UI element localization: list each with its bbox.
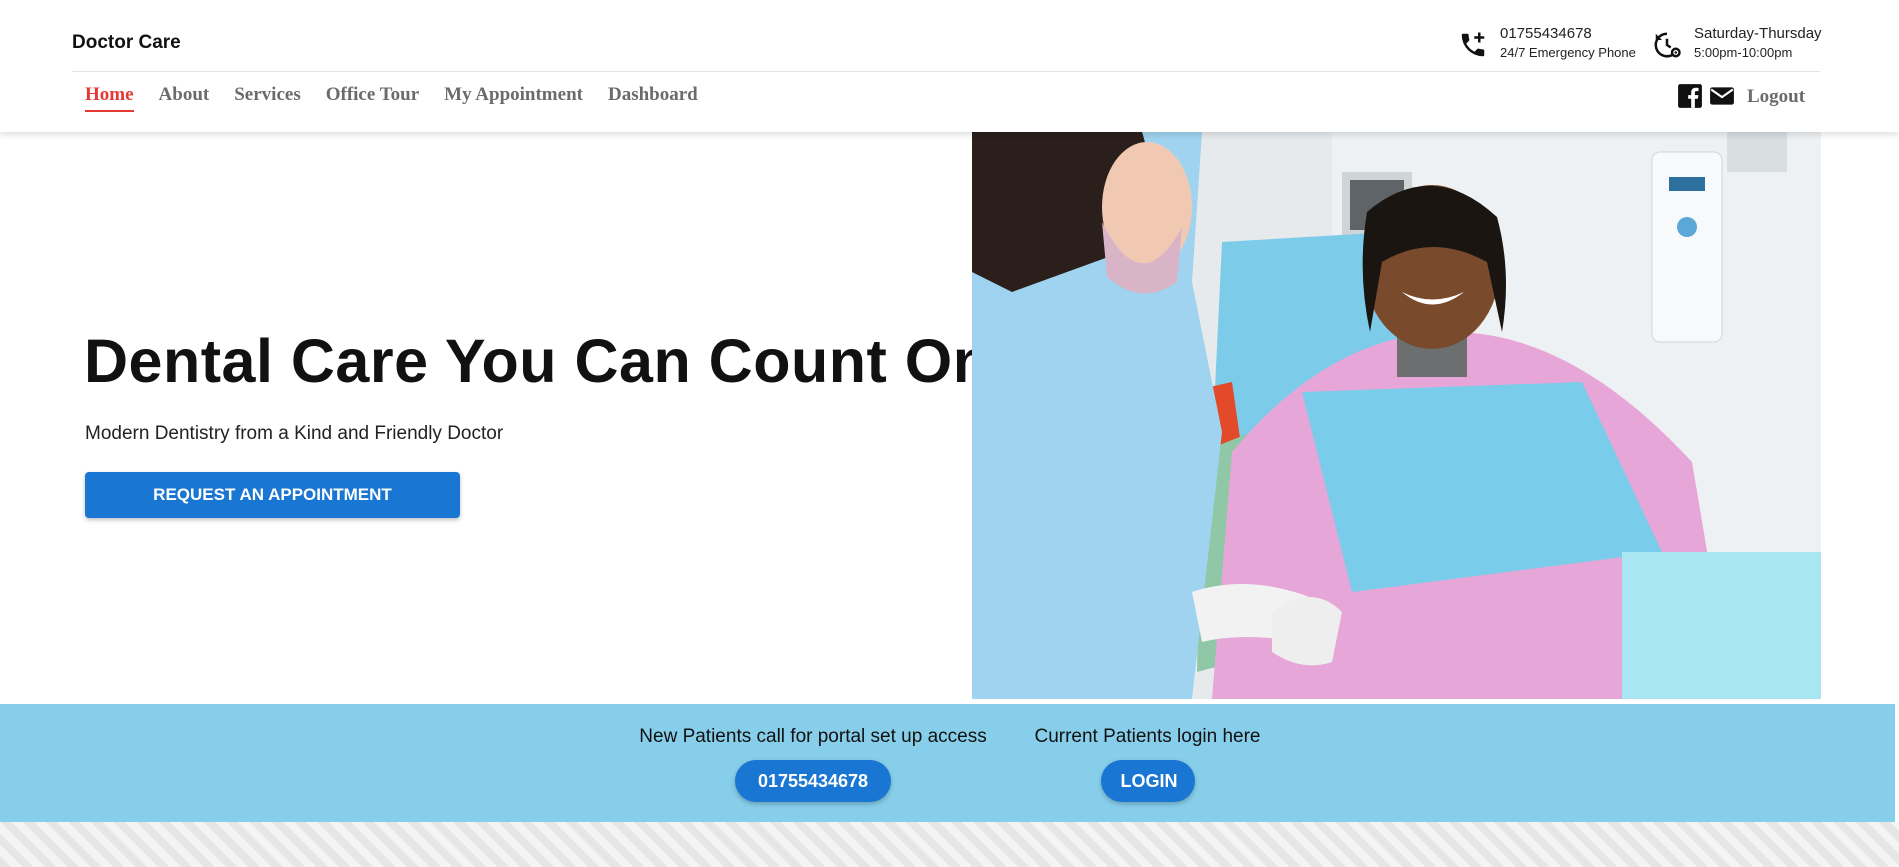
login-button[interactable]: LOGIN (1100, 760, 1195, 802)
hero-title: Dental Care You Can Count On! (84, 327, 1012, 395)
nav-item-services[interactable]: Services (234, 84, 300, 112)
request-appointment-button[interactable]: REQUEST AN APPOINTMENT (85, 472, 460, 518)
nav-item-home[interactable]: Home (85, 84, 134, 112)
hero-subtitle: Modern Dentistry from a Kind and Friendl… (85, 423, 504, 444)
decorative-pattern-strip (0, 822, 1899, 867)
new-patients-block: New Patients call for portal set up acce… (625, 726, 1001, 802)
main-nav: Home About Services Office Tour My Appoi… (85, 84, 723, 112)
office-hours-time: 5:00pm-10:00pm (1694, 45, 1793, 60)
clock-settings-icon (1654, 32, 1681, 58)
emergency-phone-label: 24/7 Emergency Phone (1500, 45, 1636, 60)
facebook-icon[interactable] (1677, 83, 1703, 109)
hero-image-dentist-patient (972, 132, 1821, 699)
nav-item-my-appointment[interactable]: My Appointment (444, 84, 583, 112)
mail-icon[interactable] (1709, 83, 1735, 109)
nav-item-office-tour[interactable]: Office Tour (326, 84, 419, 112)
patient-access-band: New Patients call for portal set up acce… (0, 704, 1895, 822)
office-hours-block: Saturday-Thursday 5:00pm-10:00pm (1652, 24, 1822, 62)
emergency-phone-number: 01755434678 (1500, 25, 1592, 42)
call-phone-button[interactable]: 01755434678 (735, 760, 891, 802)
social-links (1677, 83, 1741, 109)
brand-logo-text[interactable]: Doctor Care (72, 32, 181, 54)
header-divider (72, 71, 1820, 72)
nav-item-about[interactable]: About (159, 84, 210, 112)
current-patients-block: Current Patients login here LOGIN (1027, 726, 1268, 802)
new-patients-text: New Patients call for portal set up acce… (639, 726, 987, 747)
nav-item-dashboard[interactable]: Dashboard (608, 84, 698, 112)
site-header: Doctor Care 01755434678 24/7 Emergency P… (0, 0, 1899, 132)
current-patients-text: Current Patients login here (1034, 726, 1261, 747)
hero-photo-illustration (972, 132, 1821, 699)
logout-link[interactable]: Logout (1747, 86, 1805, 108)
office-hours-days: Saturday-Thursday (1694, 25, 1822, 42)
emergency-phone-block: 01755434678 24/7 Emergency Phone (1458, 24, 1636, 62)
phone-plus-icon (1461, 32, 1485, 57)
